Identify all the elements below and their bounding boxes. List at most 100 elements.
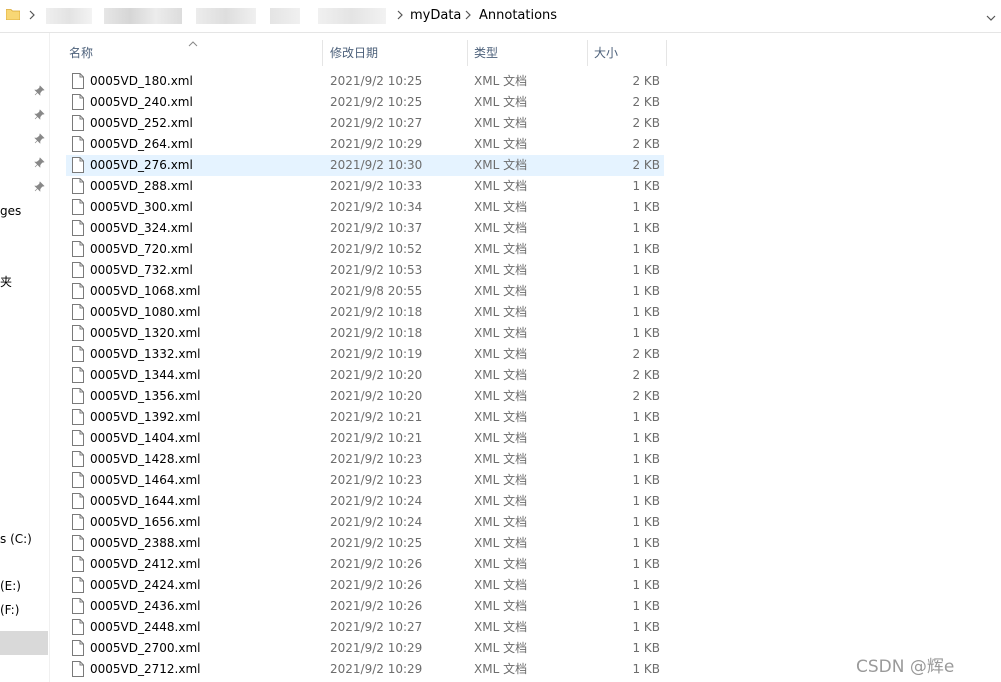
redacted-path-segment: [318, 8, 386, 24]
table-row[interactable]: 0005VD_720.xml 2021/9/2 10:52 XML 文档 1 KB: [66, 239, 664, 260]
table-row[interactable]: 0005VD_2436.xml 2021/9/2 10:26 XML 文档 1 KB: [66, 596, 664, 617]
file-type: XML 文档: [474, 389, 528, 403]
folder-icon: [5, 8, 21, 21]
chevron-down-icon[interactable]: [986, 11, 996, 21]
table-row[interactable]: 0005VD_1392.xml 2021/9/2 10:21 XML 文档 1 KB: [66, 407, 664, 428]
pin-icon[interactable]: [34, 109, 45, 120]
table-row[interactable]: 0005VD_2424.xml 2021/9/2 10:26 XML 文档 1 KB: [66, 575, 664, 596]
file-size: 2 KB: [632, 137, 660, 151]
table-row[interactable]: 0005VD_1356.xml 2021/9/2 10:20 XML 文档 2 KB: [66, 386, 664, 407]
file-type: XML 文档: [474, 452, 528, 466]
table-row[interactable]: 0005VD_2448.xml 2021/9/2 10:27 XML 文档 1 KB: [66, 617, 664, 638]
pin-icon[interactable]: [34, 157, 45, 168]
table-row[interactable]: 0005VD_1080.xml 2021/9/2 10:18 XML 文档 1 KB: [66, 302, 664, 323]
file-icon: [72, 157, 84, 173]
pin-icon[interactable]: [34, 85, 45, 96]
watermark: CSDN @辉e: [856, 657, 955, 677]
table-row[interactable]: 0005VD_1344.xml 2021/9/2 10:20 XML 文档 2 KB: [66, 365, 664, 386]
table-row[interactable]: 0005VD_300.xml 2021/9/2 10:34 XML 文档 1 KB: [66, 197, 664, 218]
table-row[interactable]: 0005VD_180.xml 2021/9/2 10:25 XML 文档 2 KB: [66, 71, 664, 92]
chevron-right-icon[interactable]: [396, 9, 404, 21]
file-type: XML 文档: [474, 578, 528, 592]
column-divider[interactable]: [666, 40, 667, 66]
file-icon: [72, 325, 84, 341]
table-row[interactable]: 0005VD_2712.xml 2021/9/2 10:29 XML 文档 1 KB: [66, 659, 664, 680]
table-row[interactable]: 0005VD_732.xml 2021/9/2 10:53 XML 文档 1 KB: [66, 260, 664, 281]
nav-item-drive-f[interactable]: (F:): [0, 602, 48, 618]
table-row[interactable]: 0005VD_1320.xml 2021/9/2 10:18 XML 文档 1 KB: [66, 323, 664, 344]
file-size: 1 KB: [632, 410, 660, 424]
file-icon: [72, 283, 84, 299]
file-name: 0005VD_300.xml: [90, 200, 193, 214]
table-row[interactable]: 0005VD_1644.xml 2021/9/2 10:24 XML 文档 1 KB: [66, 491, 664, 512]
column-divider[interactable]: [587, 40, 588, 66]
column-header-size[interactable]: 大小: [594, 40, 618, 66]
table-row[interactable]: 0005VD_1068.xml 2021/9/8 20:55 XML 文档 1 KB: [66, 281, 664, 302]
pin-icon[interactable]: [34, 181, 45, 192]
nav-item-drive-f-highlight: [0, 631, 48, 655]
table-row[interactable]: 0005VD_1656.xml 2021/9/2 10:24 XML 文档 1 KB: [66, 512, 664, 533]
file-name: 0005VD_288.xml: [90, 179, 193, 193]
file-date: 2021/9/2 10:25: [330, 74, 423, 88]
redacted-path-segment: [46, 8, 92, 24]
chevron-right-icon[interactable]: [464, 9, 472, 21]
file-icon: [72, 220, 84, 236]
file-date: 2021/9/2 10:29: [330, 641, 423, 655]
file-type: XML 文档: [474, 221, 528, 235]
file-date: 2021/9/2 10:24: [330, 494, 423, 508]
file-type: XML 文档: [474, 431, 528, 445]
table-row[interactable]: 0005VD_324.xml 2021/9/2 10:37 XML 文档 1 KB: [66, 218, 664, 239]
file-date: 2021/9/2 10:33: [330, 179, 423, 193]
file-icon: [72, 73, 84, 89]
table-row[interactable]: 0005VD_288.xml 2021/9/2 10:33 XML 文档 1 KB: [66, 176, 664, 197]
file-type: XML 文档: [474, 116, 528, 130]
file-icon: [72, 115, 84, 131]
column-divider[interactable]: [322, 40, 323, 66]
file-name: 0005VD_1428.xml: [90, 452, 201, 466]
table-row[interactable]: 0005VD_276.xml 2021/9/2 10:30 XML 文档 2 KB: [66, 155, 664, 176]
nav-item-drive-c[interactable]: s (C:): [0, 531, 48, 547]
file-size: 1 KB: [632, 536, 660, 550]
address-bar[interactable]: myData Annotations: [0, 0, 1001, 33]
pin-icon[interactable]: [34, 133, 45, 144]
file-type: XML 文档: [474, 515, 528, 529]
table-row[interactable]: 0005VD_1332.xml 2021/9/2 10:19 XML 文档 2 KB: [66, 344, 664, 365]
file-name: 0005VD_1644.xml: [90, 494, 201, 508]
nav-item-folder[interactable]: 夹: [0, 274, 48, 290]
file-icon: [72, 94, 84, 110]
breadcrumb-mydata[interactable]: myData: [410, 8, 461, 24]
table-row[interactable]: 0005VD_240.xml 2021/9/2 10:25 XML 文档 2 KB: [66, 92, 664, 113]
table-row[interactable]: 0005VD_264.xml 2021/9/2 10:29 XML 文档 2 KB: [66, 134, 664, 155]
file-date: 2021/9/2 10:18: [330, 305, 423, 319]
column-header-name[interactable]: 名称: [69, 40, 93, 66]
file-name: 0005VD_276.xml: [90, 158, 193, 172]
file-type: XML 文档: [474, 557, 528, 571]
file-name: 0005VD_252.xml: [90, 116, 193, 130]
breadcrumb-annotations[interactable]: Annotations: [479, 8, 557, 24]
table-row[interactable]: 0005VD_2388.xml 2021/9/2 10:25 XML 文档 1 KB: [66, 533, 664, 554]
column-header-date[interactable]: 修改日期: [330, 40, 378, 66]
file-type: XML 文档: [474, 242, 528, 256]
column-divider[interactable]: [467, 40, 468, 66]
file-name: 0005VD_2436.xml: [90, 599, 201, 613]
file-size: 1 KB: [632, 242, 660, 256]
nav-item-drive-e[interactable]: (E:): [0, 578, 48, 594]
table-row[interactable]: 0005VD_252.xml 2021/9/2 10:27 XML 文档 2 KB: [66, 113, 664, 134]
file-size: 2 KB: [632, 158, 660, 172]
file-date: 2021/9/2 10:29: [330, 662, 423, 676]
file-type: XML 文档: [474, 536, 528, 550]
table-row[interactable]: 0005VD_1404.xml 2021/9/2 10:21 XML 文档 1 KB: [66, 428, 664, 449]
file-name: 0005VD_1392.xml: [90, 410, 201, 424]
table-row[interactable]: 0005VD_2412.xml 2021/9/2 10:26 XML 文档 1 KB: [66, 554, 664, 575]
file-size: 1 KB: [632, 452, 660, 466]
table-row[interactable]: 0005VD_1464.xml 2021/9/2 10:23 XML 文档 1 KB: [66, 470, 664, 491]
file-date: 2021/9/2 10:26: [330, 599, 423, 613]
file-name: 0005VD_2412.xml: [90, 557, 201, 571]
navigation-pane[interactable]: ges 夹 s (C:) (E:) (F:): [0, 33, 50, 682]
nav-item-images[interactable]: ges: [0, 203, 48, 219]
table-row[interactable]: 0005VD_1428.xml 2021/9/2 10:23 XML 文档 1 KB: [66, 449, 664, 470]
column-header-type[interactable]: 类型: [474, 40, 498, 66]
file-name: 0005VD_1464.xml: [90, 473, 201, 487]
table-row[interactable]: 0005VD_2700.xml 2021/9/2 10:29 XML 文档 1 KB: [66, 638, 664, 659]
chevron-right-icon[interactable]: [28, 9, 36, 21]
